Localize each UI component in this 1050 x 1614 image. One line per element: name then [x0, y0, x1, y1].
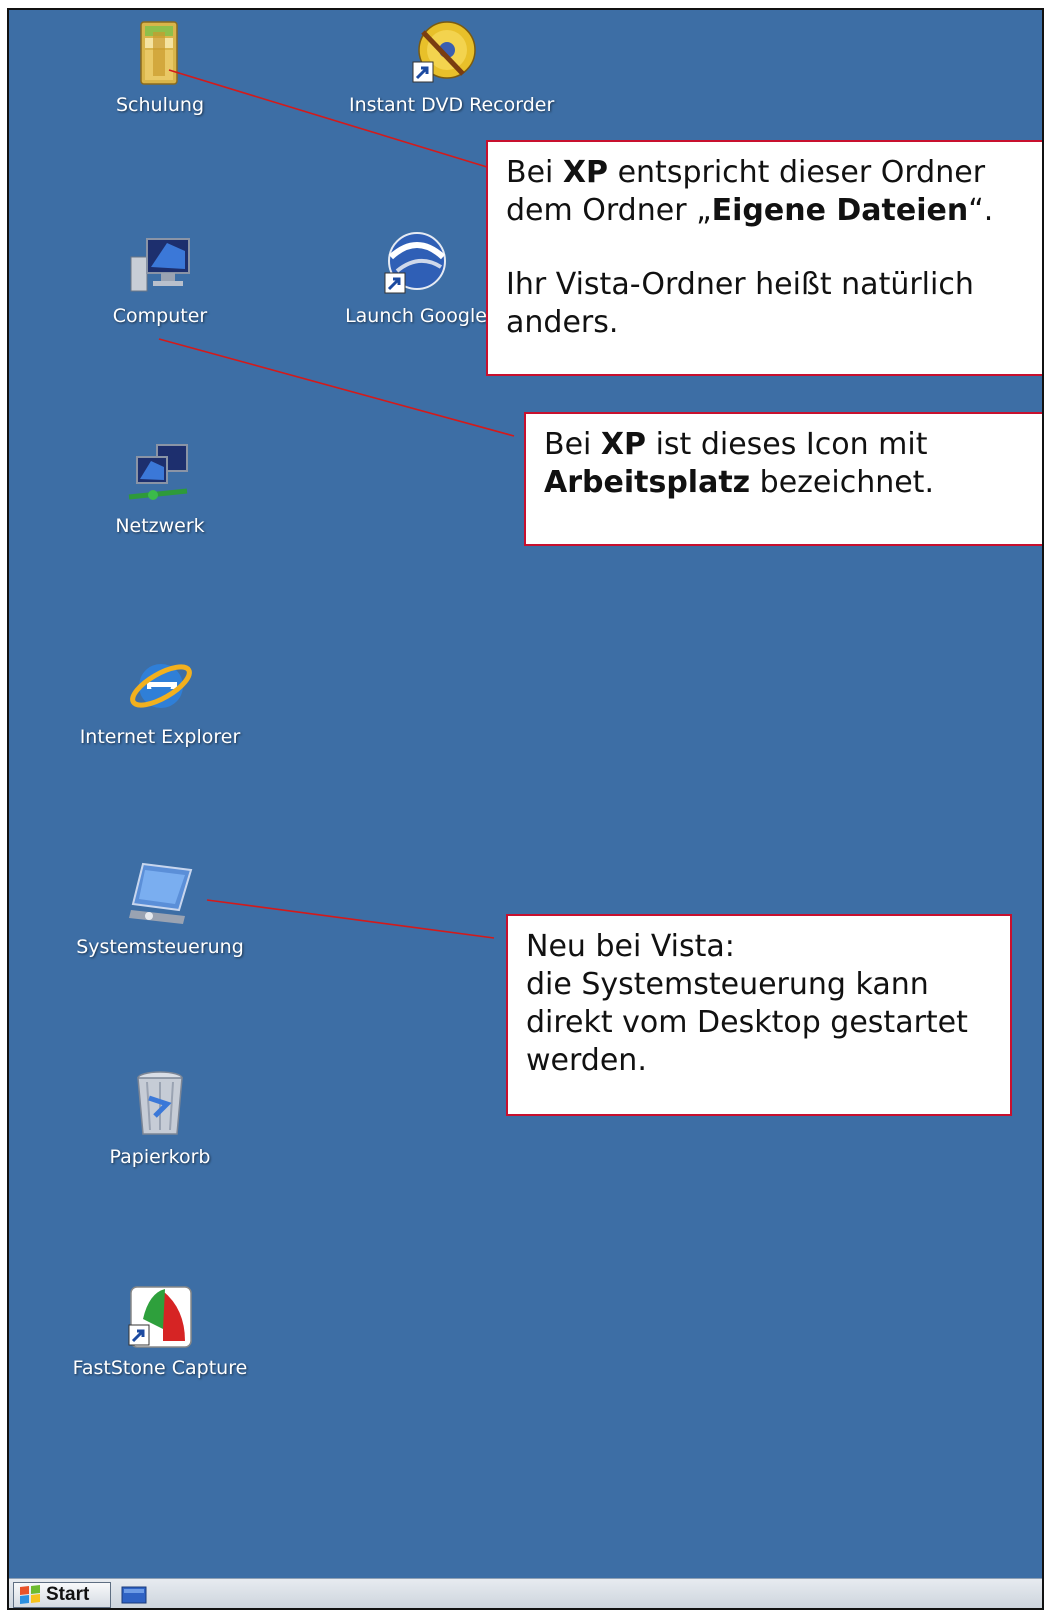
internet-explorer-icon — [130, 664, 192, 708]
callout-control-panel-line4: werden. — [526, 1043, 647, 1078]
start-button[interactable]: Start — [13, 1582, 111, 1608]
callout-computer-line2: Arbeitsplatz bezeichnet. — [544, 465, 934, 500]
icon-label: Computer — [112, 305, 208, 327]
desktop-icon-netzwerk[interactable]: Netzwerk — [65, 437, 255, 547]
desktop-icon-computer[interactable]: Computer — [65, 227, 255, 337]
callout-folder-line2: dem Ordner „Eigene Dateien“. — [506, 193, 994, 228]
windows-logo-icon — [20, 1585, 40, 1604]
desktop[interactable]: Schulung Instant DVD Recorder Computer L… — [9, 10, 1042, 1578]
callout-control-panel-line2: die Systemsteuerung kann — [526, 967, 929, 1002]
icon-label: Internet Explorer — [79, 726, 241, 748]
google-earth-icon — [384, 232, 446, 294]
desktop-icon-papierkorb[interactable]: Papierkorb — [65, 1068, 255, 1178]
desktop-icon-schulung[interactable]: Schulung — [65, 16, 255, 126]
control-panel-icon — [129, 862, 193, 924]
desktop-icon-internet-explorer[interactable]: Internet Explorer — [65, 648, 255, 758]
callout-control-panel-line1: Neu bei Vista: — [526, 929, 735, 964]
callout-folder-line1: Bei XP entspricht dieser Ordner — [506, 155, 986, 190]
start-label: Start — [46, 1584, 90, 1605]
icon-label: FastStone Capture — [72, 1357, 248, 1379]
desktop-icon-systemsteuerung[interactable]: Systemsteuerung — [65, 858, 255, 968]
icon-label: Papierkorb — [109, 1146, 211, 1168]
callout-computer: Bei XP ist dieses Icon mit Arbeitsplatz … — [524, 412, 1042, 546]
desktop-icon-launch-google[interactable]: Launch Google — [321, 227, 511, 337]
icon-label: Schulung — [115, 94, 204, 116]
faststone-capture-icon — [128, 1286, 192, 1348]
callout-control-panel-line3: direkt vom Desktop gestartet — [526, 1005, 968, 1040]
icon-label: Systemsteuerung — [76, 936, 244, 958]
dvd-recorder-icon — [412, 21, 476, 83]
connector-line-computer — [158, 338, 515, 437]
screenshot-frame: Schulung Instant DVD Recorder Computer L… — [7, 8, 1044, 1610]
desktop-icon-faststone-capture[interactable]: FastStone Capture — [65, 1279, 255, 1389]
desktop-icon-instant-dvd-recorder[interactable]: Instant DVD Recorder — [349, 16, 555, 126]
callout-folder-line4: anders. — [506, 305, 619, 340]
network-icon — [128, 444, 188, 500]
callout-computer-line1: Bei XP ist dieses Icon mit — [544, 427, 928, 462]
callout-control-panel: Neu bei Vista: die Systemsteuerung kann … — [506, 914, 1012, 1116]
callout-folder-line3: Ihr Vista-Ordner heißt natürlich — [506, 267, 974, 302]
recycle-bin-icon — [137, 1071, 183, 1135]
folder-icon — [140, 21, 178, 85]
taskbar: Start — [9, 1578, 1042, 1608]
icon-label: Launch Google — [345, 305, 487, 327]
show-desktop-icon[interactable] — [121, 1585, 147, 1605]
computer-icon — [130, 238, 190, 292]
callout-folder: Bei XP entspricht dieser Ordner dem Ordn… — [486, 140, 1042, 376]
icon-label: Netzwerk — [115, 515, 205, 537]
icon-label: Instant DVD Recorder — [349, 94, 555, 116]
